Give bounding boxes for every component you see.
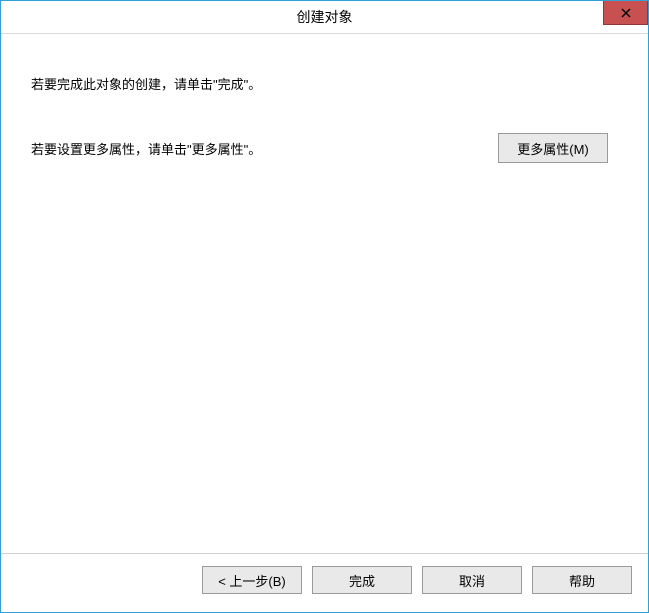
more-properties-instruction-text: 若要设置更多属性，请单击"更多属性"。 bbox=[31, 139, 261, 158]
dialog-body: 若要完成此对象的创建，请单击"完成"。 若要设置更多属性，请单击"更多属性"。 … bbox=[1, 34, 648, 553]
titlebar: 创建对象 bbox=[1, 1, 648, 34]
more-properties-button[interactable]: 更多属性(M) bbox=[498, 133, 608, 163]
back-button[interactable]: < 上一步(B) bbox=[202, 566, 302, 594]
close-button[interactable] bbox=[603, 1, 648, 25]
finish-button[interactable]: 完成 bbox=[312, 566, 412, 594]
dialog-footer: < 上一步(B) 完成 取消 帮助 bbox=[1, 553, 648, 612]
cancel-button[interactable]: 取消 bbox=[422, 566, 522, 594]
window-title: 创建对象 bbox=[1, 7, 648, 27]
more-properties-row: 若要设置更多属性，请单击"更多属性"。 更多属性(M) bbox=[31, 133, 618, 163]
create-object-dialog: 创建对象 若要完成此对象的创建，请单击"完成"。 若要设置更多属性，请单击"更多… bbox=[0, 0, 649, 613]
close-icon bbox=[621, 8, 631, 18]
finish-instruction-text: 若要完成此对象的创建，请单击"完成"。 bbox=[31, 74, 618, 93]
help-button[interactable]: 帮助 bbox=[532, 566, 632, 594]
